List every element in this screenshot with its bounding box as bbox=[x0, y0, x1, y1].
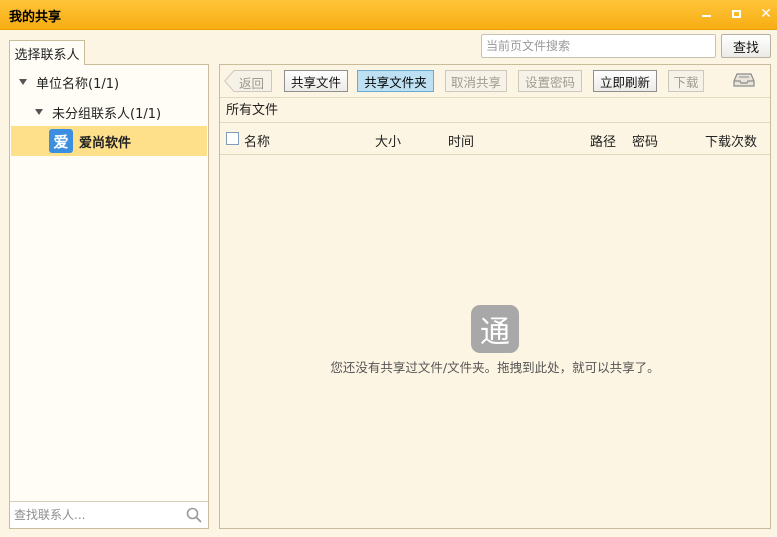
tree-group-ungrouped[interactable]: 未分组联系人(1/1) bbox=[35, 98, 161, 126]
tree-group-label: 单位名称(1/1) bbox=[36, 76, 120, 92]
column-downloads[interactable]: 下载次数 bbox=[705, 131, 757, 150]
section-all-files: 所有文件 bbox=[220, 97, 770, 123]
share-folder-button[interactable]: 共享文件夹 bbox=[357, 70, 434, 92]
contacts-panel: 单位名称(1/1) 未分组联系人(1/1) 爱 爱尚软件 bbox=[9, 64, 209, 529]
minimize-icon[interactable] bbox=[696, 4, 716, 24]
column-password[interactable]: 密码 bbox=[632, 131, 658, 150]
avatar: 爱 bbox=[49, 129, 73, 153]
toolbar: 返回 共享文件 共享文件夹 取消共享 设置密码 立即刷新 下载 bbox=[220, 65, 770, 97]
contact-search-input[interactable] bbox=[10, 502, 180, 527]
contact-search-bar bbox=[10, 501, 208, 528]
contact-item[interactable]: 爱 爱尚软件 bbox=[11, 126, 207, 156]
back-label: 返回 bbox=[239, 76, 265, 91]
tab-select-contacts[interactable]: 选择联系人 bbox=[9, 40, 85, 65]
close-icon[interactable]: ✕ bbox=[756, 4, 776, 24]
expand-arrow-icon[interactable] bbox=[19, 79, 27, 85]
tree-group-company[interactable]: 单位名称(1/1) bbox=[19, 68, 119, 96]
search-icon[interactable] bbox=[186, 507, 202, 523]
cancel-share-button[interactable]: 取消共享 bbox=[445, 70, 507, 92]
refresh-button[interactable]: 立即刷新 bbox=[593, 70, 657, 92]
back-button[interactable]: 返回 bbox=[224, 70, 272, 92]
file-search-input[interactable] bbox=[481, 34, 716, 58]
select-all-checkbox[interactable] bbox=[226, 132, 239, 145]
title-bar: 我的共享 ✕ bbox=[0, 0, 777, 30]
files-panel: 返回 共享文件 共享文件夹 取消共享 设置密码 立即刷新 下载 所有文件 名称 … bbox=[219, 64, 771, 529]
column-header: 名称 大小 时间 路径 密码 下载次数 bbox=[220, 123, 770, 155]
download-button[interactable]: 下载 bbox=[668, 70, 704, 92]
empty-state-message: 您还没有共享过文件/文件夹。拖拽到此处，就可以共享了。 bbox=[330, 360, 660, 375]
search-button[interactable]: 查找 bbox=[721, 34, 771, 58]
maximize-icon[interactable] bbox=[726, 4, 746, 24]
contact-name: 爱尚软件 bbox=[79, 135, 132, 151]
column-time[interactable]: 时间 bbox=[448, 131, 474, 150]
column-size[interactable]: 大小 bbox=[375, 131, 401, 150]
window-title: 我的共享 bbox=[9, 10, 62, 25]
set-password-button[interactable]: 设置密码 bbox=[518, 70, 582, 92]
expand-arrow-icon[interactable] bbox=[35, 109, 43, 115]
share-file-button[interactable]: 共享文件 bbox=[284, 70, 348, 92]
tree-group-label: 未分组联系人(1/1) bbox=[52, 106, 162, 122]
tray-icon[interactable] bbox=[733, 72, 755, 88]
column-name[interactable]: 名称 bbox=[244, 131, 270, 150]
column-path[interactable]: 路径 bbox=[590, 131, 616, 150]
app-logo-icon: 通 bbox=[471, 305, 519, 353]
